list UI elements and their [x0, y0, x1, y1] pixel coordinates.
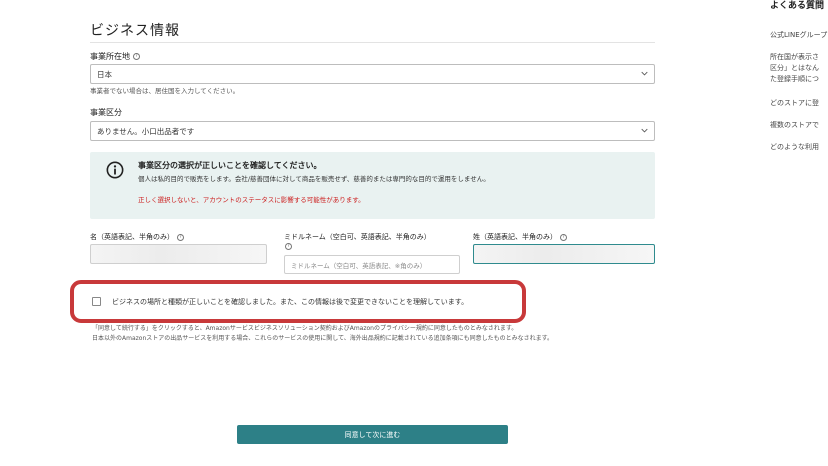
confirmation-checkbox[interactable] — [92, 297, 101, 306]
notice-warning: 正しく選択しないと、アカウントのステータスに影響する可能性があります。 — [138, 196, 365, 204]
help-circle-icon[interactable]: ? — [133, 53, 140, 60]
business-location-label: 事業所在地 ? — [90, 51, 140, 62]
last-name-label-text: 姓（英語表記、半角のみ） — [473, 233, 557, 241]
business-type-select[interactable]: ありません。小口出品者です — [90, 121, 655, 141]
section-divider — [90, 42, 655, 43]
help-circle-icon[interactable]: ? — [560, 233, 567, 241]
business-type-notice: 事業区分の選択が正しいことを確認してください。 個人は私的目的で販売をします。会… — [90, 152, 655, 219]
business-type-value: ありません。小口出品者です — [97, 126, 195, 136]
faq-link-line-group[interactable]: 公式LINEグループ — [770, 30, 827, 41]
notice-title: 事業区分の選択が正しいことを確認してください。 — [138, 161, 322, 170]
last-name-label: 姓（英語表記、半角のみ） ? — [473, 232, 567, 242]
first-name-label-text: 名（英語表記、半角のみ） — [90, 233, 174, 241]
registration-form: ビジネス情報 事業所在地 ? 日本 事業者でない場合は、居住国を入力してください… — [0, 0, 760, 466]
business-type-label-text: 事業区分 — [90, 108, 122, 117]
middle-name-input[interactable]: ミドルネーム（空白可、英語表記、※角のみ） — [284, 255, 460, 274]
confirmation-highlight: ビジネスの場所と種類が正しいことを確認しました。また、この情報は後で変更できない… — [70, 280, 526, 323]
faq-link-registration[interactable]: た登録手順につ — [770, 74, 819, 85]
first-name-input[interactable] — [90, 244, 267, 264]
chevron-down-icon — [641, 71, 648, 76]
faq-link-country[interactable]: 所在国が表示さ — [770, 52, 819, 63]
help-circle-icon[interactable]: ? — [177, 233, 184, 241]
confirmation-text: ビジネスの場所と種類が正しいことを確認しました。また、この情報は後で変更できない… — [112, 298, 469, 306]
faq-link-store[interactable]: どのストアに登 — [770, 98, 819, 109]
faq-link-usage[interactable]: どのような利用 — [770, 142, 819, 153]
business-type-label: 事業区分 — [90, 107, 122, 118]
first-name-label: 名（英語表記、半角のみ） ? — [90, 232, 184, 242]
business-location-label-text: 事業所在地 — [90, 52, 130, 61]
business-location-value: 日本 — [97, 69, 112, 79]
help-circle-icon[interactable]: ? — [285, 243, 292, 250]
middle-name-placeholder: ミドルネーム（空白可、英語表記、※角のみ） — [291, 261, 427, 270]
business-location-select[interactable]: 日本 — [90, 64, 655, 84]
legal-text-line2: 日本以外のAmazonストアの出品サービスを利用する場合、これらのサービスの使用… — [92, 335, 553, 342]
info-circle-icon — [106, 161, 124, 179]
notice-body: 個人は私的目的で販売をします。会社/慈善団体に対して商品を販売せず、慈善的または… — [138, 175, 490, 183]
faq-link-multiple-stores[interactable]: 複数のストアで — [770, 120, 819, 131]
faq-link-category[interactable]: 区分」とはなん — [770, 63, 819, 74]
section-title: ビジネス情報 — [90, 23, 180, 39]
chevron-down-icon — [641, 128, 648, 133]
middle-name-label: ミドルネーム（空白可、英語表記、半角のみ） — [284, 232, 431, 242]
faq-sidebar: よくある質問 公式LINEグループ 所在国が表示さ 区分」とはなん た登録手順に… — [760, 0, 828, 466]
agree-and-continue-button[interactable]: 同意して次に進む — [237, 425, 508, 444]
business-location-hint: 事業者でない場合は、居住国を入力してください。 — [90, 87, 240, 95]
legal-text-line1: 「同意して続行する」をクリックすると、Amazonサービスビジネスソリューション… — [92, 325, 518, 332]
faq-title: よくある質問 — [770, 1, 825, 11]
middle-name-label-text: ミドルネーム（空白可、英語表記、半角のみ） — [284, 233, 431, 241]
last-name-input[interactable] — [473, 244, 655, 264]
